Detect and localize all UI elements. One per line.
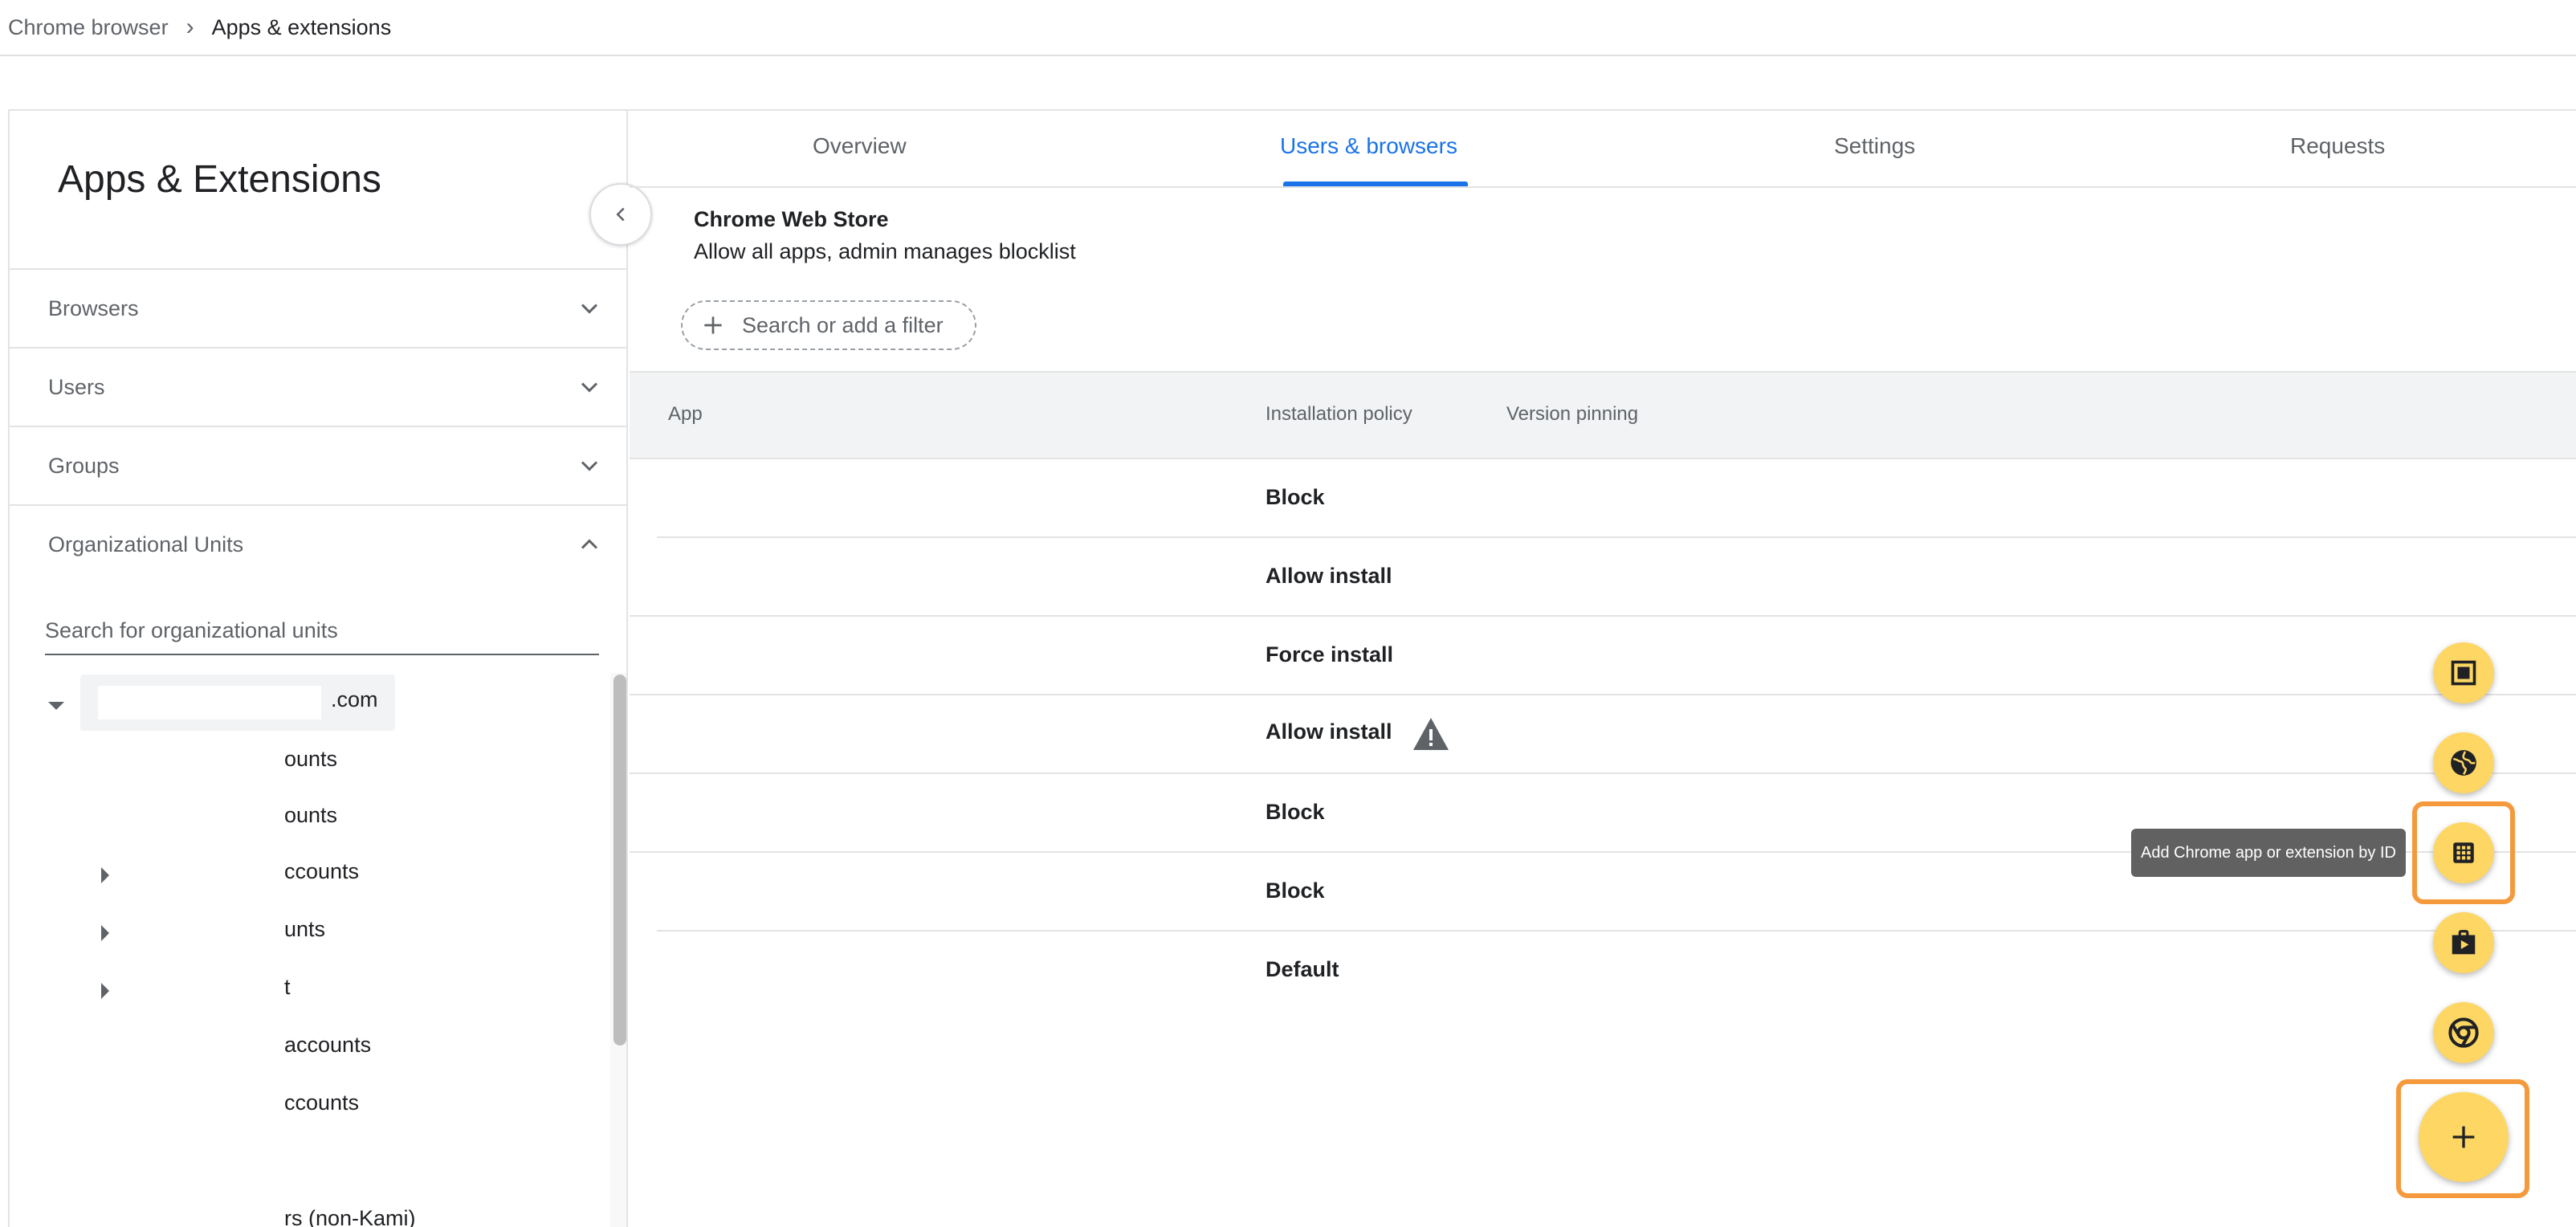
chevron-down-icon bbox=[581, 461, 598, 471]
scrollbar-thumb[interactable] bbox=[613, 675, 626, 1046]
column-header-installation-policy[interactable]: Installation policy bbox=[1266, 403, 1412, 426]
add-kiosk-app-button[interactable] bbox=[2433, 642, 2494, 703]
policy-cell[interactable]: Default bbox=[1266, 957, 1339, 982]
chevron-left-icon bbox=[616, 207, 625, 222]
tree-expand-caret-icon[interactable] bbox=[101, 867, 109, 883]
tree-expand-caret-icon[interactable] bbox=[48, 702, 64, 710]
chevron-down-icon bbox=[581, 382, 598, 393]
section-users[interactable]: Users bbox=[10, 349, 626, 426]
section-groups[interactable]: Groups bbox=[10, 427, 626, 504]
play-store-bag-icon bbox=[2452, 930, 2476, 955]
tree-item[interactable]: accounts bbox=[284, 1033, 371, 1058]
plus-icon bbox=[2452, 1126, 2475, 1148]
plus-icon bbox=[704, 316, 722, 334]
tab-requests[interactable]: Requests bbox=[2290, 133, 2385, 159]
policy-cell[interactable]: Block bbox=[1266, 800, 1325, 825]
redacted-text bbox=[98, 686, 321, 719]
tabs-divider bbox=[630, 186, 2576, 188]
section-browsers-label: Browsers bbox=[48, 296, 139, 320]
tree-item[interactable]: ccounts bbox=[284, 1090, 359, 1115]
row-divider bbox=[630, 615, 2576, 617]
collapse-sidebar-button[interactable] bbox=[589, 183, 652, 246]
policy-cell[interactable]: Force install bbox=[1266, 642, 1393, 667]
row-divider bbox=[657, 930, 2576, 931]
tree-root-label: .com bbox=[331, 687, 378, 711]
chevron-down-icon bbox=[581, 304, 598, 314]
tree-root-ou[interactable]: .com bbox=[80, 675, 395, 731]
row-divider bbox=[657, 536, 2576, 538]
tab-settings[interactable]: Settings bbox=[1834, 133, 1915, 159]
row-divider bbox=[630, 694, 2576, 695]
policy-cell[interactable]: Block bbox=[1266, 485, 1325, 510]
add-by-id-button[interactable] bbox=[2433, 822, 2494, 883]
section-groups-label: Groups bbox=[48, 453, 120, 478]
header-divider bbox=[0, 55, 2576, 56]
column-header-app[interactable]: App bbox=[668, 403, 703, 426]
tab-overview[interactable]: Overview bbox=[813, 133, 907, 159]
section-org-units[interactable]: Organizational Units bbox=[10, 506, 626, 583]
add-by-url-button[interactable] bbox=[2433, 732, 2494, 793]
section-users-label: Users bbox=[48, 374, 105, 399]
store-subtitle: Allow all apps, admin manages blocklist bbox=[694, 239, 1076, 263]
column-header-version-pinning[interactable]: Version pinning bbox=[1506, 403, 1638, 426]
tree-expand-caret-icon[interactable] bbox=[101, 925, 109, 941]
add-app-main-button[interactable] bbox=[2419, 1092, 2509, 1182]
add-from-play-store-button[interactable] bbox=[2433, 912, 2494, 973]
dialpad-id-icon bbox=[2453, 842, 2474, 863]
breadcrumb-current: Apps & extensions bbox=[211, 14, 392, 39]
chevron-up-icon bbox=[581, 539, 598, 549]
tree-item[interactable]: ounts bbox=[284, 747, 337, 772]
tree-item[interactable]: t bbox=[284, 975, 291, 1000]
tab-users-browsers[interactable]: Users & browsers bbox=[1280, 133, 1457, 159]
ou-search-input[interactable]: Search for organizational units bbox=[45, 607, 599, 655]
tree-item[interactable]: ccounts bbox=[284, 859, 359, 884]
sidebar: Apps & Extensions Browsers Users Groups … bbox=[10, 111, 628, 1227]
breadcrumb: Chrome browser › Apps & extensions bbox=[8, 11, 391, 43]
section-org-units-label: Organizational Units bbox=[48, 532, 244, 556]
policy-cell[interactable]: Allow install bbox=[1266, 719, 1392, 744]
tree-item[interactable]: unts bbox=[284, 917, 325, 942]
store-title: Chrome Web Store bbox=[694, 207, 889, 231]
filter-search-input[interactable]: Search or add a filter bbox=[681, 300, 976, 350]
warning-icon[interactable] bbox=[1412, 716, 1450, 752]
breadcrumb-separator: › bbox=[185, 14, 194, 40]
globe-icon bbox=[2451, 750, 2476, 776]
chrome-icon bbox=[2448, 1017, 2479, 1048]
add-by-id-tooltip: Add Chrome app or extension by ID bbox=[2131, 829, 2406, 877]
tree-item[interactable]: ounts bbox=[284, 803, 337, 828]
kiosk-app-icon bbox=[2451, 660, 2476, 686]
breadcrumb-chrome-browser-link[interactable]: Chrome browser bbox=[8, 15, 169, 40]
filter-placeholder: Search or add a filter bbox=[742, 312, 944, 337]
sidebar-title: Apps & Extensions bbox=[58, 158, 381, 201]
row-divider bbox=[630, 772, 2576, 774]
tree-expand-caret-icon[interactable] bbox=[101, 983, 109, 999]
tree-item[interactable]: rs (non-Kami) bbox=[284, 1206, 416, 1227]
add-from-chrome-web-store-button[interactable] bbox=[2433, 1002, 2494, 1063]
section-browsers[interactable]: Browsers bbox=[10, 270, 626, 347]
policy-cell[interactable]: Allow install bbox=[1266, 564, 1392, 589]
policy-cell[interactable]: Block bbox=[1266, 878, 1325, 903]
